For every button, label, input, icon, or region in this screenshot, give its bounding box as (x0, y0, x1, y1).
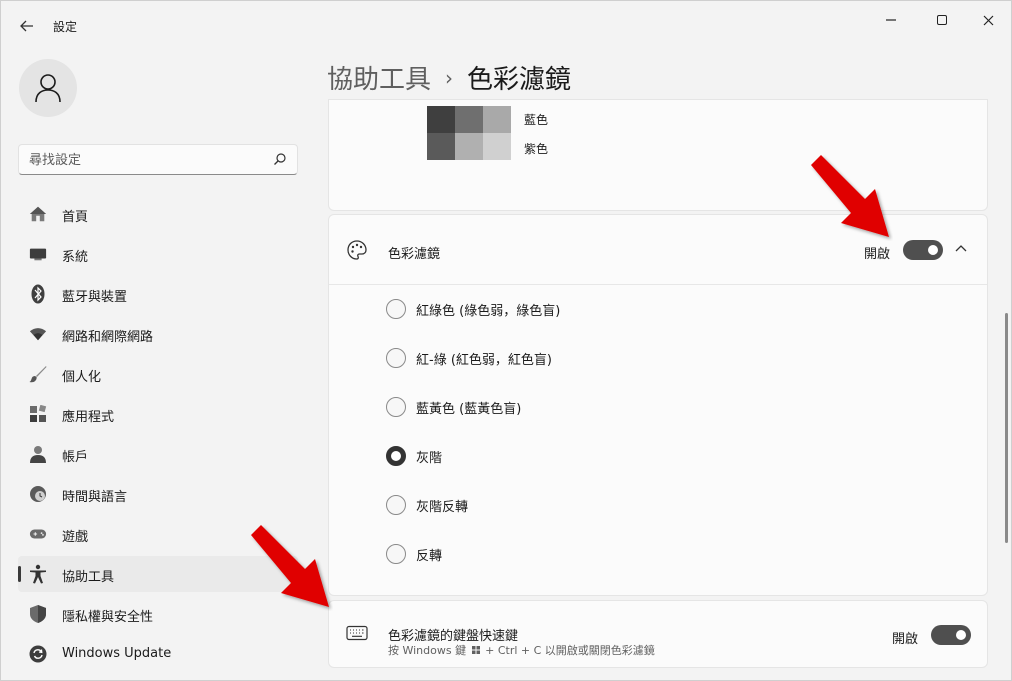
shield-icon (29, 605, 47, 623)
radio-button[interactable] (386, 544, 406, 564)
close-button[interactable] (968, 9, 1008, 31)
accessibility-icon (29, 564, 47, 584)
minimize-icon (886, 19, 896, 21)
color-filter-title: 色彩濾鏡 (388, 247, 441, 262)
keyboard-shortcut-card: 色彩濾鏡的鍵盤快速鍵 按 Windows 鍵 + Ctrl + C 以開啟或關閉… (328, 600, 988, 668)
filter-option-red-green-protanopia[interactable]: 紅-綠 (紅色弱，紅色盲) (386, 346, 552, 370)
toggle-knob (956, 630, 966, 640)
bluetooth-icon (29, 284, 47, 304)
app-title: 設定 (53, 20, 78, 34)
system-icon (29, 245, 47, 263)
chevron-up-icon[interactable] (953, 241, 969, 257)
sidebar-item-network[interactable]: 網路和網際網路 (18, 316, 298, 352)
sidebar-item-label: 時間與語言 (62, 490, 128, 505)
sidebar-item-system[interactable]: 系統 (18, 236, 298, 272)
sidebar-item-time-language[interactable]: 時間與語言 (18, 476, 298, 512)
apps-icon (29, 405, 47, 423)
radio-button[interactable] (386, 397, 406, 417)
search-icon[interactable] (273, 152, 287, 166)
title-bar: 設定 (1, 1, 1011, 49)
filter-option-grayscale-inverted[interactable]: 灰階反轉 (386, 493, 468, 517)
sidebar-item-label: 帳戶 (62, 450, 89, 465)
color-swatch (455, 133, 483, 160)
radio-label: 反轉 (416, 548, 443, 564)
sidebar-item-apps[interactable]: 應用程式 (18, 396, 298, 432)
radio-label: 藍黃色 (藍黃色盲) (416, 401, 522, 417)
radio-label: 紅綠色 (綠色弱，綠色盲) (416, 303, 561, 319)
radio-label: 紅-綠 (紅色弱，紅色盲) (416, 352, 552, 368)
color-swatch (483, 106, 511, 133)
radio-button[interactable] (386, 348, 406, 368)
color-swatch (427, 106, 455, 133)
color-filter-toggle-state: 開啟 (864, 247, 891, 262)
user-icon (35, 74, 61, 103)
annotation-arrow-shortcut (251, 525, 329, 607)
color-swatch-grid (427, 106, 511, 160)
shortcut-toggle-state: 開啟 (892, 632, 919, 647)
sidebar-item-label: Windows Update (62, 646, 172, 661)
maximize-button[interactable] (922, 9, 962, 31)
avatar[interactable] (19, 59, 77, 117)
swatch-label-purple: 紫色 (524, 142, 549, 156)
color-swatch (483, 133, 511, 160)
radio-button[interactable] (386, 495, 406, 515)
time-language-icon (29, 485, 47, 503)
account-icon (29, 445, 47, 463)
sidebar-item-bluetooth[interactable]: 藍牙與裝置 (18, 276, 298, 312)
sidebar-item-label: 系統 (62, 250, 89, 265)
color-filter-card: 色彩濾鏡 開啟 紅綠色 (綠色弱，綠色盲) 紅-綠 (紅色弱，紅色盲) 藍黃色 … (328, 214, 988, 596)
toggle-knob (928, 245, 938, 255)
filter-option-blue-yellow[interactable]: 藍黃色 (藍黃色盲) (386, 395, 521, 419)
settings-window: 設定 首頁 (0, 0, 1012, 681)
breadcrumb: 協助工具 › 色彩濾鏡 (327, 59, 571, 96)
brush-icon (29, 365, 47, 383)
radio-label: 灰階 (416, 450, 443, 466)
close-icon (983, 15, 993, 25)
back-button[interactable] (15, 15, 39, 37)
sidebar-item-windows-update[interactable]: Windows Update (18, 636, 298, 672)
annotation-arrow-toggle (811, 155, 889, 237)
sidebar-item-label: 遊戲 (62, 530, 89, 545)
update-icon (29, 645, 47, 663)
shortcut-description-after: + Ctrl + C 以開啟或關閉色彩濾鏡 (485, 644, 655, 657)
sidebar-item-label: 首頁 (62, 210, 89, 225)
back-arrow-icon (20, 20, 33, 32)
color-swatch (455, 106, 483, 133)
filter-option-inverted[interactable]: 反轉 (386, 542, 442, 566)
keyboard-icon (346, 625, 368, 641)
shortcut-toggle[interactable] (931, 625, 971, 645)
filter-option-red-green-deuteranopia[interactable]: 紅綠色 (綠色弱，綠色盲) (386, 297, 560, 321)
sidebar-item-home[interactable]: 首頁 (18, 196, 298, 232)
sidebar-item-label: 網路和網際網路 (62, 330, 154, 345)
sidebar-item-personalization[interactable]: 個人化 (18, 356, 298, 392)
sidebar-item-label: 應用程式 (62, 410, 115, 425)
sidebar-item-label: 個人化 (62, 370, 102, 385)
shortcut-description: 按 Windows 鍵 + Ctrl + C 以開啟或關閉色彩濾鏡 (388, 642, 655, 658)
sidebar-item-label: 藍牙與裝置 (62, 290, 128, 305)
palette-icon (347, 240, 367, 260)
page-title: 色彩濾鏡 (467, 65, 572, 95)
shortcut-description-before: 按 Windows 鍵 (388, 644, 467, 657)
wifi-icon (29, 325, 47, 343)
windows-logo-icon (471, 646, 480, 654)
radio-button-selected[interactable] (386, 446, 406, 466)
color-filter-toggle[interactable] (903, 240, 943, 260)
swatch-label-blue: 藍色 (524, 113, 549, 127)
sidebar-item-label: 隱私權與安全性 (62, 610, 154, 625)
radio-label: 灰階反轉 (416, 499, 469, 515)
filter-option-grayscale[interactable]: 灰階 (386, 444, 442, 468)
radio-button[interactable] (386, 299, 406, 319)
breadcrumb-separator: › (445, 66, 454, 90)
home-icon (29, 205, 47, 223)
maximize-icon (937, 15, 947, 25)
breadcrumb-parent[interactable]: 協助工具 (327, 65, 431, 95)
search-input[interactable] (29, 151, 259, 169)
minimize-button[interactable] (871, 9, 911, 31)
sidebar-item-label: 協助工具 (62, 570, 115, 585)
search-box[interactable] (18, 144, 298, 175)
gamepad-icon (29, 525, 47, 543)
scrollbar[interactable] (1005, 313, 1008, 543)
color-swatch (427, 133, 455, 160)
sidebar-item-accounts[interactable]: 帳戶 (18, 436, 298, 472)
